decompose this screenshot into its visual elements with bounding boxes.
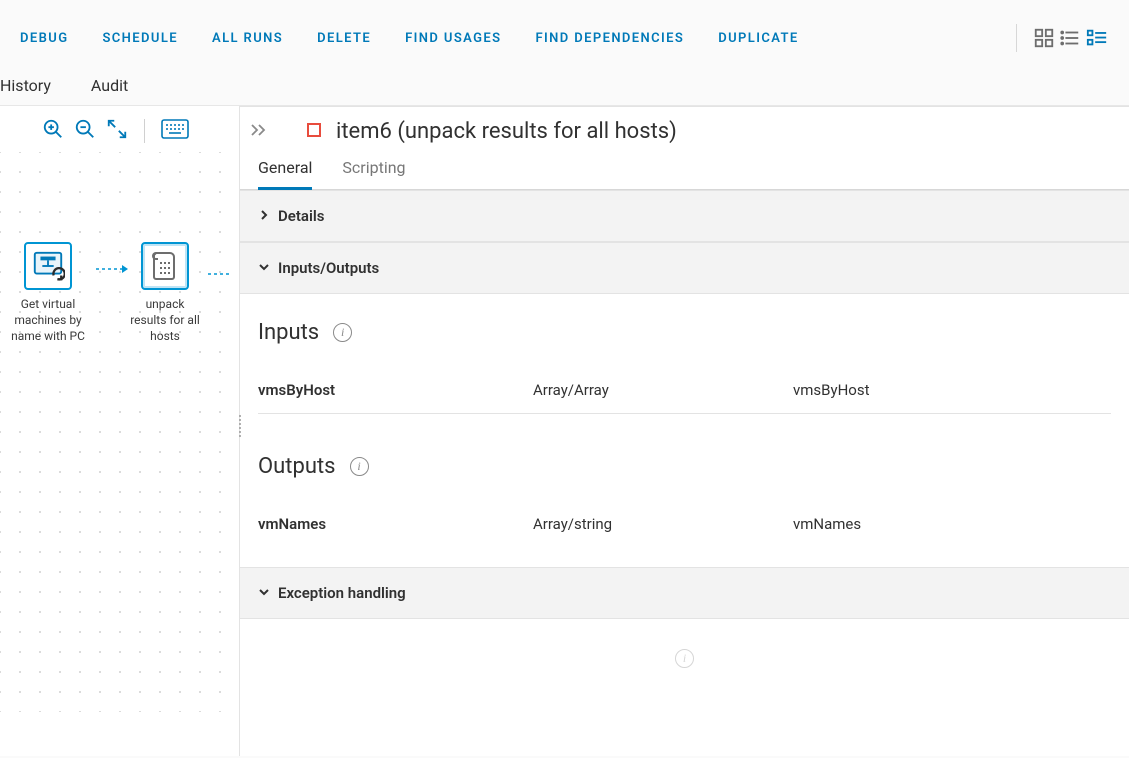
all-runs-button[interactable]: ALL RUNS	[212, 31, 283, 46]
schedule-button[interactable]: SCHEDULE	[102, 31, 178, 46]
zoom-out-icon[interactable]	[74, 118, 96, 144]
exception-content: i	[258, 649, 1111, 668]
detail-title: item6 (unpack results for all hosts)	[336, 119, 677, 144]
spacer	[258, 414, 1111, 454]
outputs-heading: Outputs i	[258, 454, 1111, 479]
tab-general[interactable]: General	[258, 158, 312, 190]
sub-tabs: History Audit	[0, 76, 1129, 106]
keyboard-icon[interactable]	[161, 119, 189, 143]
action-bar: DEBUG SCHEDULE ALL RUNS DELETE FIND USAG…	[0, 0, 1129, 76]
detail-pane: item6 (unpack results for all hosts) Gen…	[240, 106, 1129, 756]
chevron-down-icon	[258, 259, 270, 277]
action-list: DEBUG SCHEDULE ALL RUNS DELETE FIND USAG…	[20, 31, 1000, 46]
workflow-node-box	[24, 242, 72, 290]
section-exception-header[interactable]: Exception handling	[240, 567, 1129, 619]
delete-button[interactable]: DELETE	[317, 31, 371, 46]
workflow-node-unpack[interactable]: unpack results for all hosts	[130, 242, 200, 345]
flow-arrow-out	[208, 264, 234, 283]
list-view-icon[interactable]	[1059, 27, 1081, 49]
workflow-canvas[interactable]: Get virtual machines by name with PC	[0, 152, 239, 712]
toolbar-divider	[1016, 24, 1017, 52]
tab-scripting[interactable]: Scripting	[342, 158, 405, 189]
tab-history[interactable]: History	[0, 76, 51, 95]
chevron-right-icon	[258, 207, 270, 225]
outputs-label: Outputs	[258, 454, 336, 479]
info-icon[interactable]: i	[350, 457, 369, 476]
grid-view-icon[interactable]	[1033, 27, 1055, 49]
input-binding: vmsByHost	[793, 381, 1111, 399]
section-title: Details	[278, 207, 324, 225]
debug-button[interactable]: DEBUG	[20, 31, 68, 46]
workflow-node-get-vms[interactable]: Get virtual machines by name with PC	[8, 242, 88, 345]
toolbar-separator	[144, 119, 145, 143]
detail-header: item6 (unpack results for all hosts)	[240, 107, 1129, 152]
section-title: Exception handling	[278, 584, 406, 602]
pane-resize-handle[interactable]	[236, 406, 244, 446]
output-row: vmNames Array/string vmNames	[258, 501, 1111, 547]
tab-audit[interactable]: Audit	[91, 76, 128, 95]
expand-panel-icon[interactable]	[250, 122, 268, 141]
zoom-in-icon[interactable]	[42, 118, 64, 144]
info-icon[interactable]: i	[333, 323, 352, 342]
tree-view-icon[interactable]	[1085, 27, 1109, 49]
node-label: unpack results for all hosts	[130, 296, 200, 345]
inputs-heading: Inputs i	[258, 320, 1111, 345]
output-name: vmNames	[258, 515, 533, 533]
find-usages-button[interactable]: FIND USAGES	[405, 31, 501, 46]
node-label: Get virtual machines by name with PC	[8, 296, 88, 345]
main-split: Get virtual machines by name with PC	[0, 106, 1129, 756]
canvas-toolbar	[0, 106, 239, 152]
duplicate-button[interactable]: DUPLICATE	[718, 31, 798, 46]
inputs-label: Inputs	[258, 320, 319, 345]
canvas-pane: Get virtual machines by name with PC	[0, 106, 240, 756]
input-name: vmsByHost	[258, 381, 533, 399]
input-type: Array/Array	[533, 381, 793, 399]
find-dependencies-button[interactable]: FIND DEPENDENCIES	[535, 31, 684, 46]
section-title: Inputs/Outputs	[278, 259, 379, 277]
section-io-body: Inputs i vmsByHost Array/Array vmsByHost…	[240, 294, 1129, 567]
flow-arrow	[96, 264, 128, 266]
output-binding: vmNames	[793, 515, 1111, 533]
section-exception-body: i	[240, 619, 1129, 688]
info-icon: i	[675, 649, 694, 668]
view-switch	[1033, 27, 1109, 49]
fit-screen-icon[interactable]	[106, 118, 128, 144]
chevron-down-icon	[258, 584, 270, 602]
output-type: Array/string	[533, 515, 793, 533]
workflow-node-box-selected	[141, 242, 189, 290]
section-io-header[interactable]: Inputs/Outputs	[240, 242, 1129, 294]
section-details-header[interactable]: Details	[240, 190, 1129, 242]
script-item-icon	[306, 122, 322, 142]
detail-tabs: General Scripting	[240, 152, 1129, 190]
input-row: vmsByHost Array/Array vmsByHost	[258, 367, 1111, 414]
